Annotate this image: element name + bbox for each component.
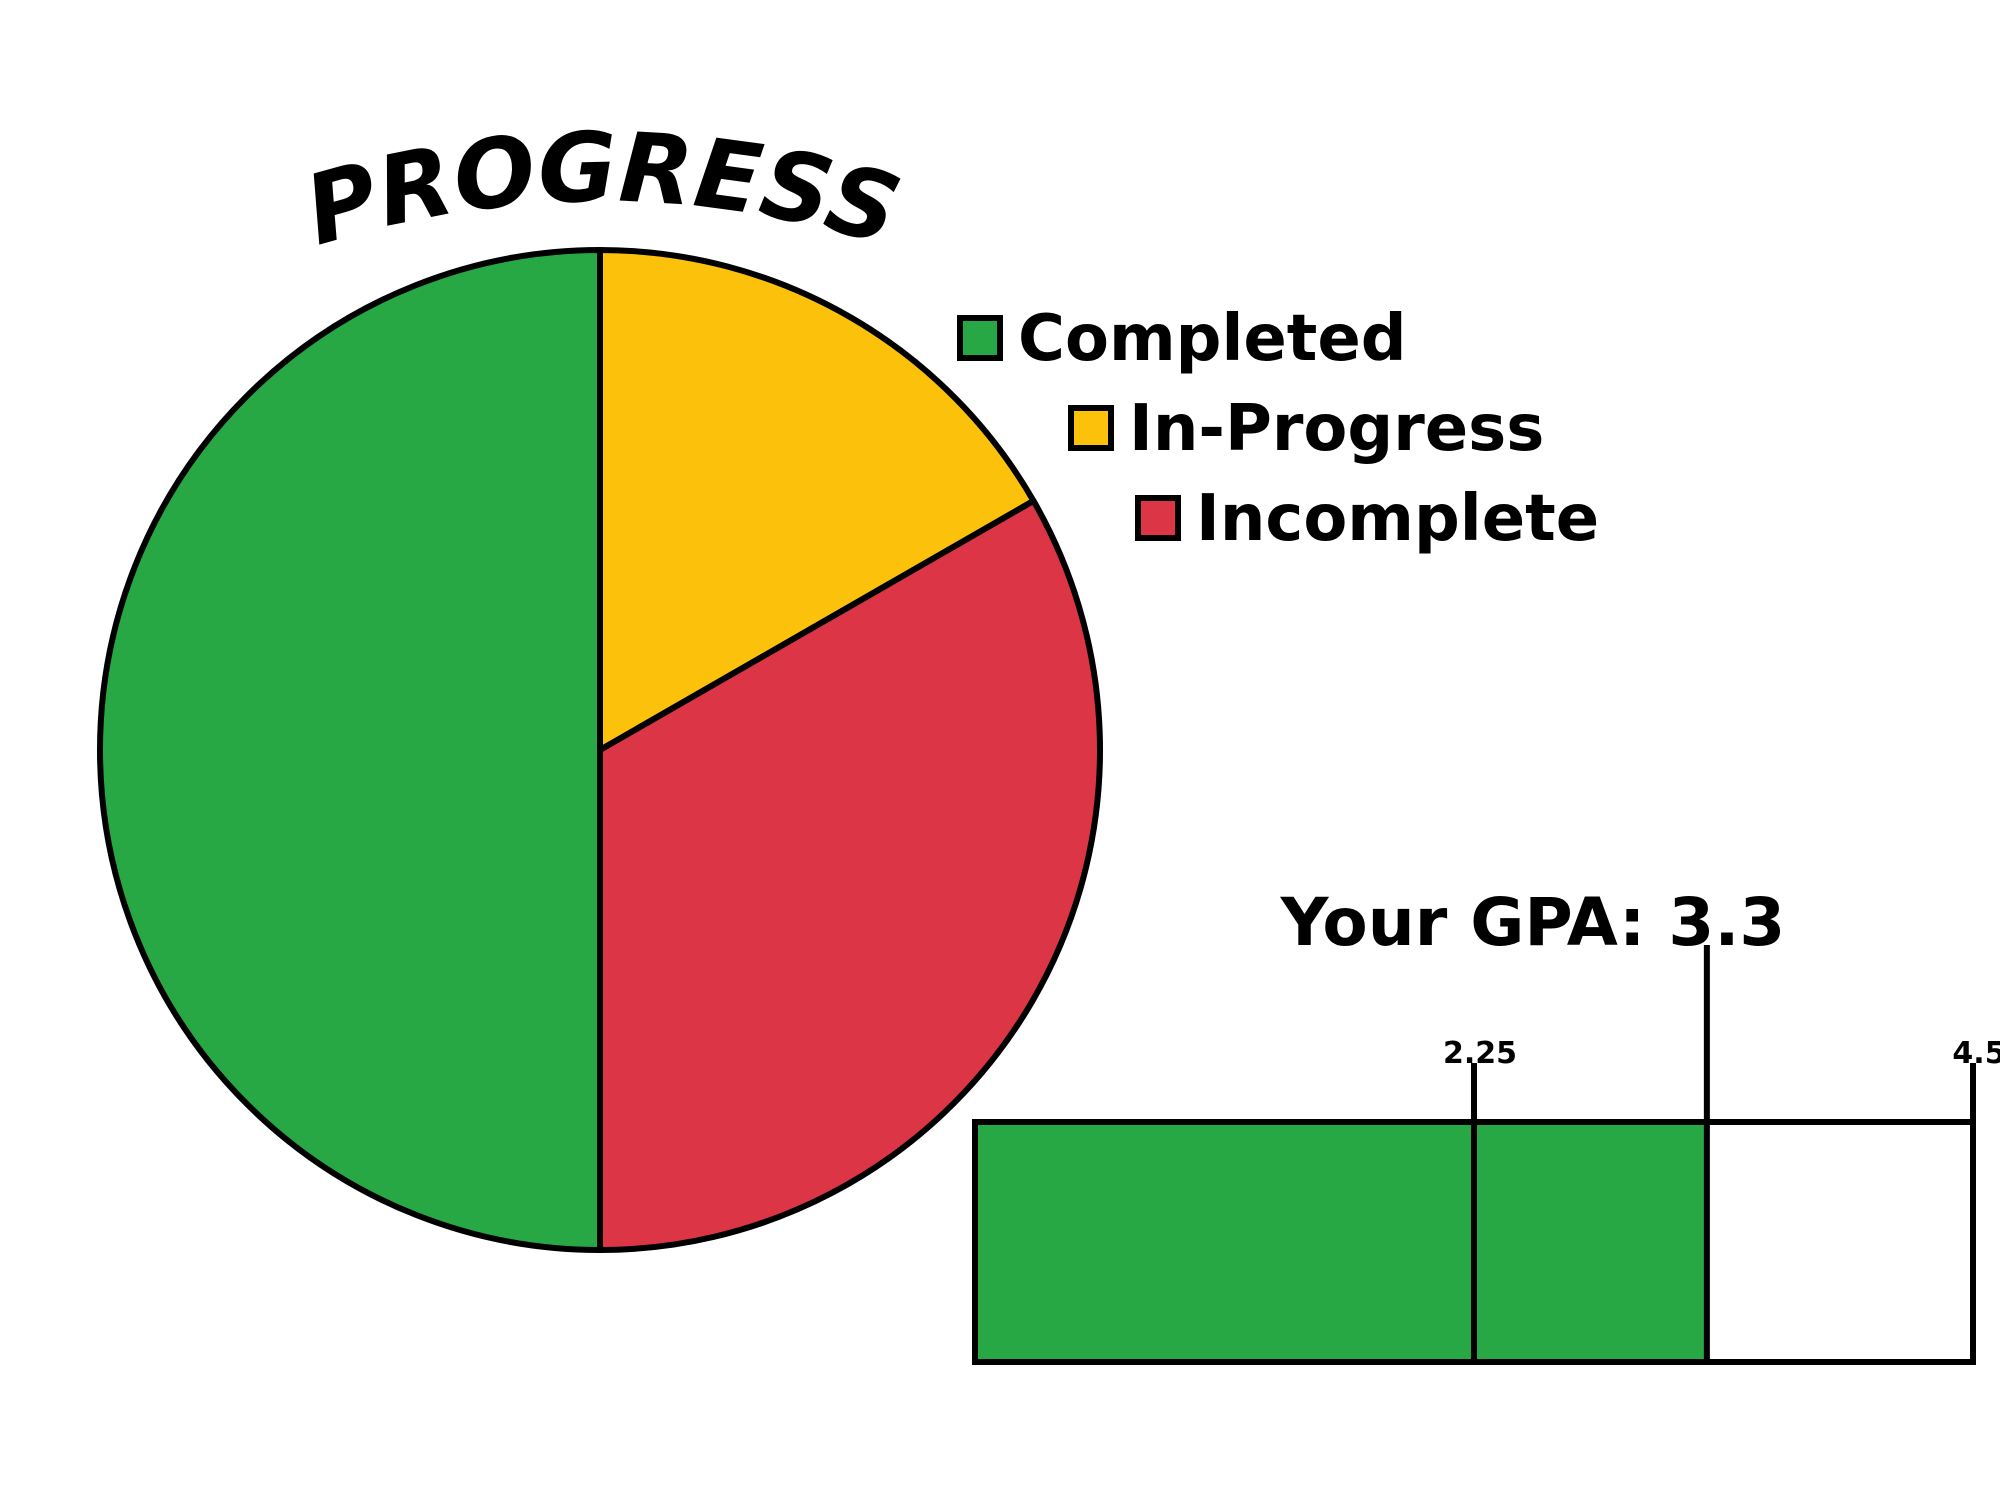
gpa-tick-label-2-25: 2.25 — [1443, 1036, 1517, 1071]
pie-chart — [97, 247, 1103, 1253]
gpa-bar-chart: 2.25 4.5 — [972, 945, 2000, 1365]
pie-legend: Completed In-Progress Incomplete — [957, 302, 1599, 556]
progress-dashboard: PROGRESS CompletedIn-ProgressIncomplete … — [97, 111, 2000, 1365]
legend-swatch-completed — [957, 315, 1003, 361]
legend-label-incomplete: Incomplete — [1196, 482, 1599, 556]
pie-title: PROGRESS — [294, 111, 912, 267]
legend-swatch-in-progress — [1068, 405, 1114, 451]
gpa-bar-fill — [975, 1122, 1707, 1362]
legend-item-in-progress: In-Progress — [1068, 392, 1544, 466]
pie-slice-completed — [97, 247, 603, 1253]
legend-item-incomplete: Incomplete — [1135, 482, 1599, 556]
legend-item-completed: Completed — [957, 302, 1407, 376]
gpa-tick-label-4-5: 4.5 — [1952, 1036, 2000, 1071]
pie-title-text: PROGRESS — [294, 111, 912, 267]
legend-label-in-progress: In-Progress — [1129, 392, 1544, 466]
legend-swatch-incomplete — [1135, 495, 1181, 541]
legend-label-completed: Completed — [1018, 302, 1407, 376]
